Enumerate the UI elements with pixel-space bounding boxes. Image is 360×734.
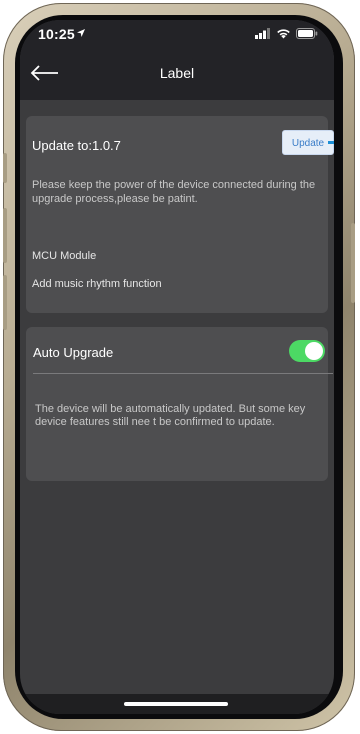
wifi-icon <box>277 29 290 39</box>
auto-upgrade-description: The device will be automatically updated… <box>35 403 306 428</box>
nav-header: 10:25 Label <box>20 20 334 100</box>
status-time: 10:25 <box>38 26 75 42</box>
mute-switch <box>3 153 7 183</box>
power-button <box>351 223 355 303</box>
auto-upgrade-toggle[interactable] <box>289 340 325 362</box>
page-title: Label <box>159 65 195 81</box>
update-button[interactable]: Update <box>282 130 334 155</box>
volume-down-button <box>3 275 7 330</box>
toggle-knob <box>305 342 323 360</box>
auto-upgrade-label: Auto Upgrade <box>33 345 114 360</box>
annotation-marker <box>328 141 334 144</box>
firmware-update-card: Update to:1.0.7 Update Please keep the p… <box>26 116 334 313</box>
module-description: Add music rhythm function <box>32 278 162 290</box>
status-icons <box>255 28 318 39</box>
bottom-bar <box>20 694 334 714</box>
volume-up-button <box>3 208 7 263</box>
module-name: MCU Module <box>32 250 97 262</box>
home-indicator[interactable] <box>124 702 228 706</box>
battery-icon <box>296 28 318 39</box>
update-notice-text: Please keep the power of the device conn… <box>32 179 316 205</box>
location-arrow-icon <box>77 29 85 37</box>
app-screen: 10:25 Label Update to:1.0.7 Update Pleas… <box>20 20 334 714</box>
cellular-signal-icon <box>255 28 270 39</box>
divider <box>33 373 333 374</box>
auto-upgrade-card: Auto Upgrade The device will be automati… <box>26 327 333 481</box>
update-version-title: Update to:1.0.7 <box>32 138 121 153</box>
